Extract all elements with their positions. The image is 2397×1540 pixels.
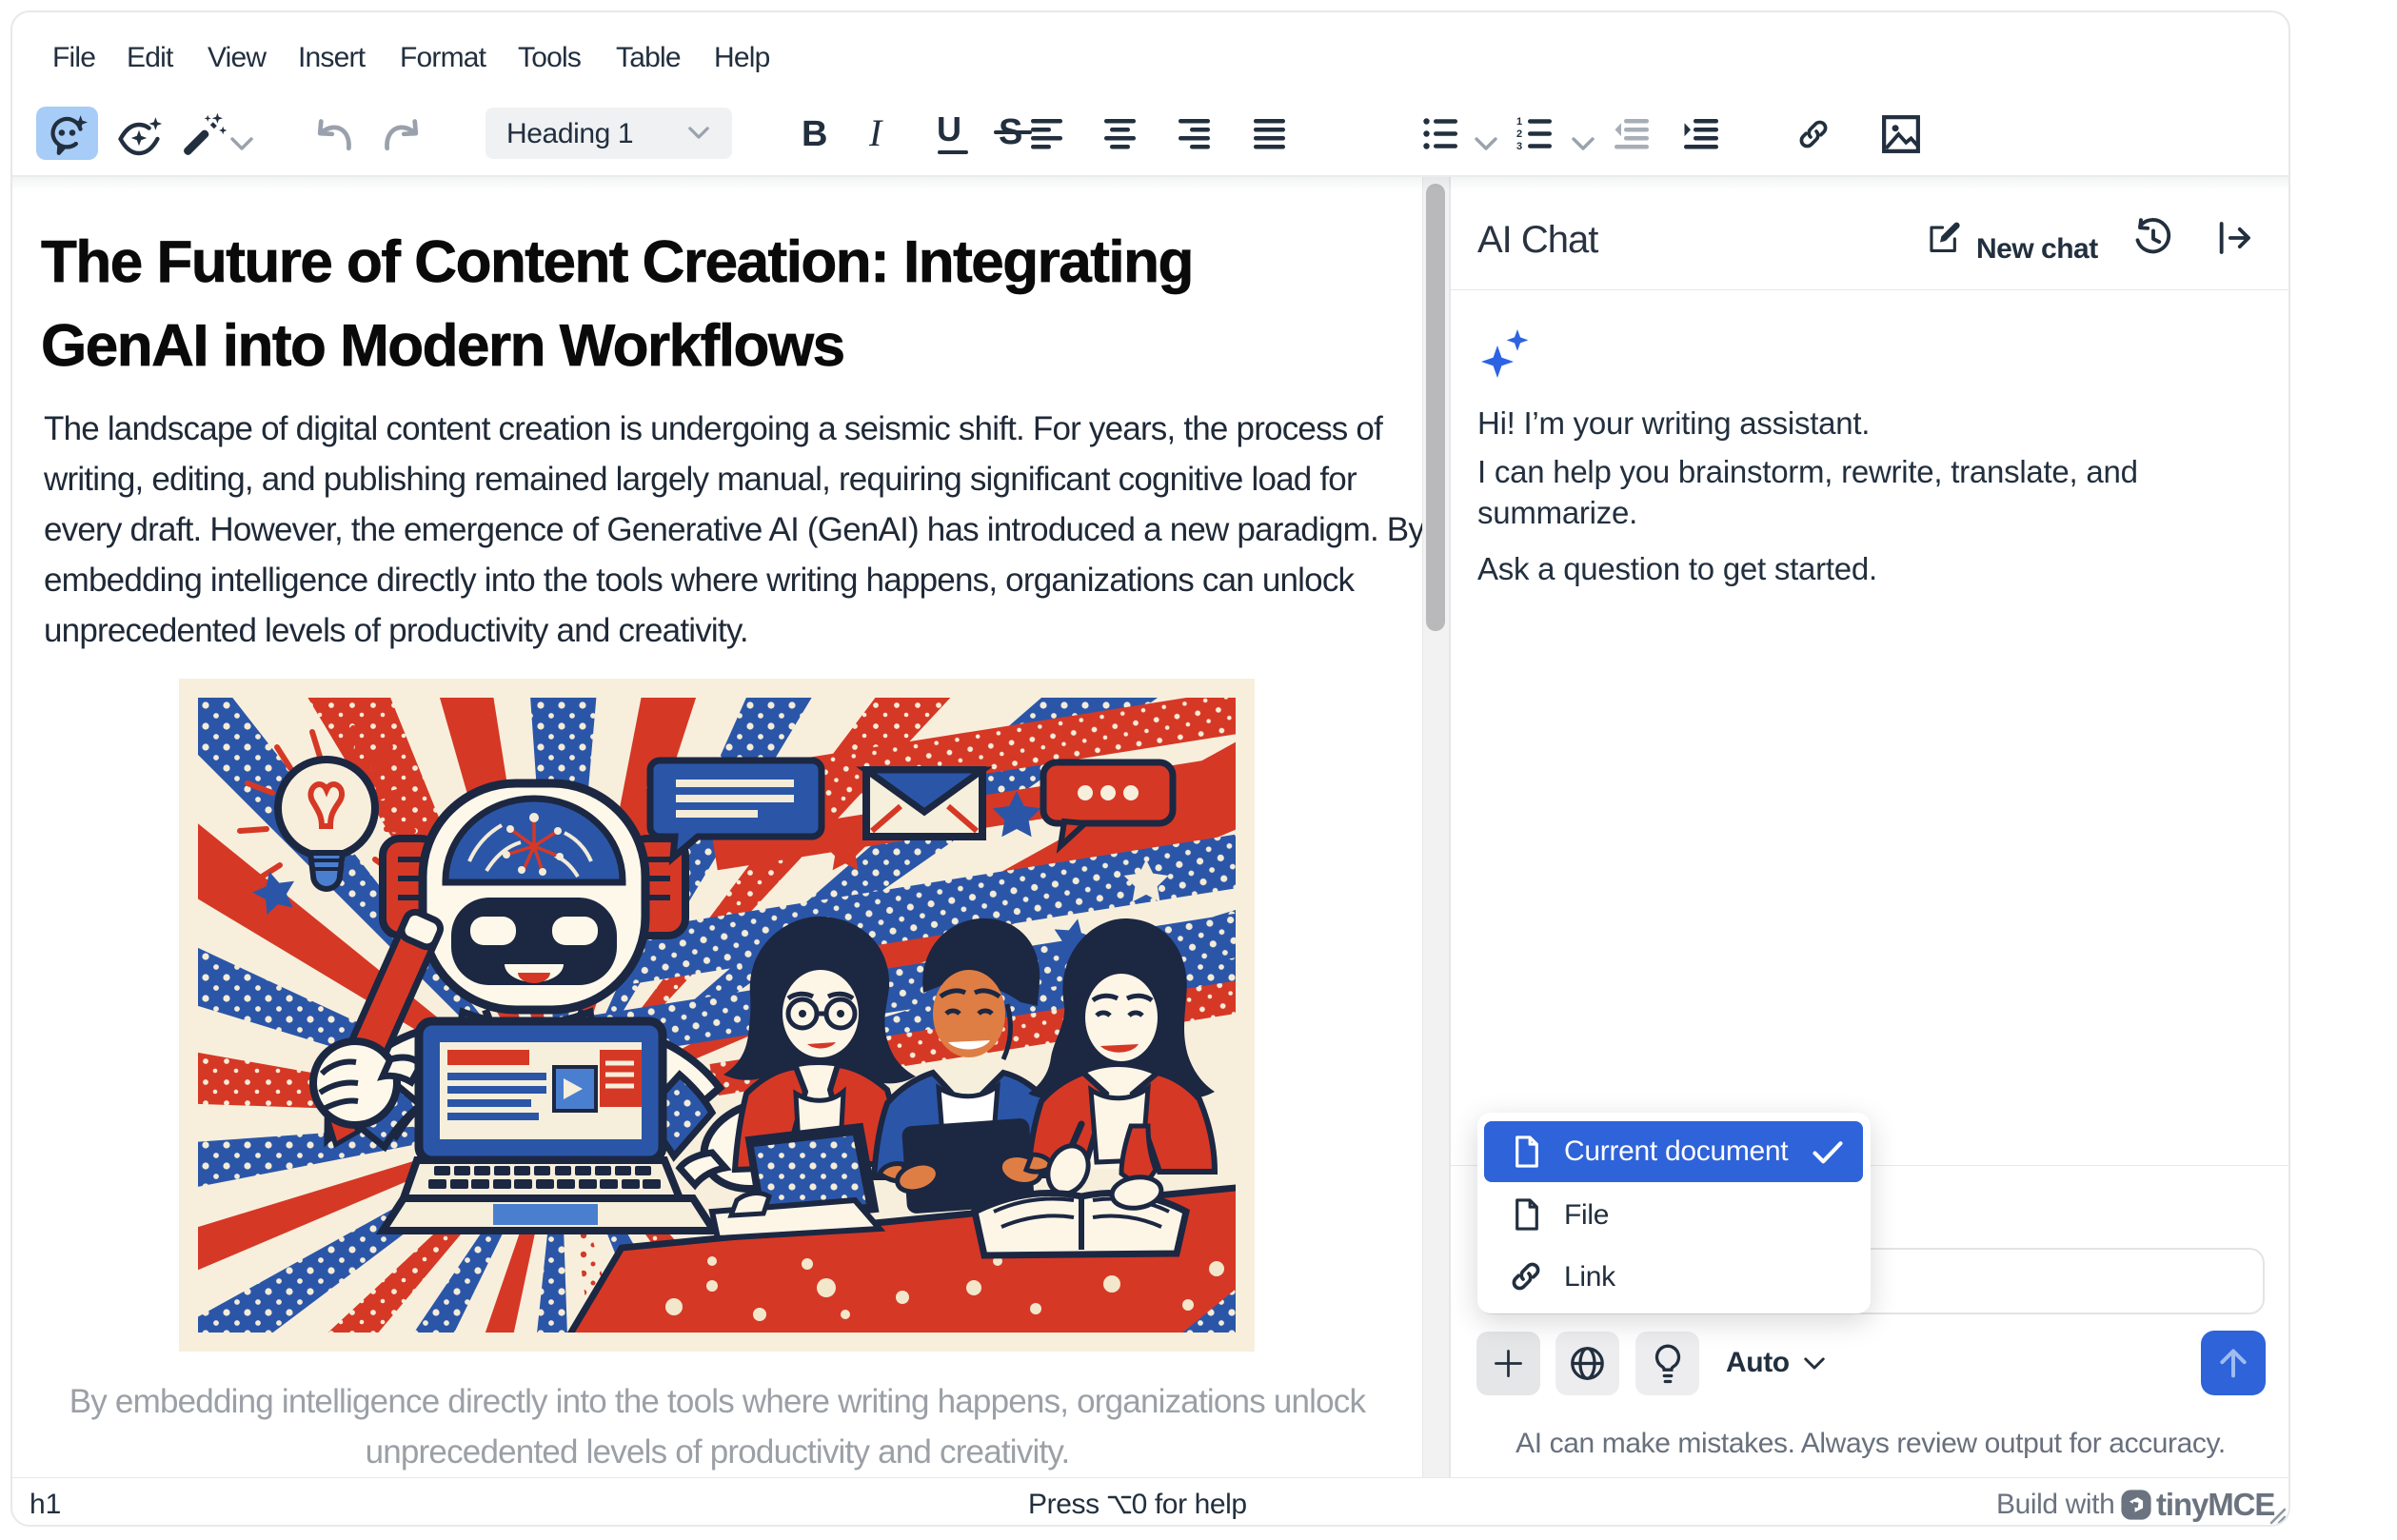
svg-text:3: 3: [1516, 141, 1522, 151]
svg-text:2: 2: [1516, 128, 1522, 140]
svg-text:1: 1: [1516, 117, 1522, 128]
